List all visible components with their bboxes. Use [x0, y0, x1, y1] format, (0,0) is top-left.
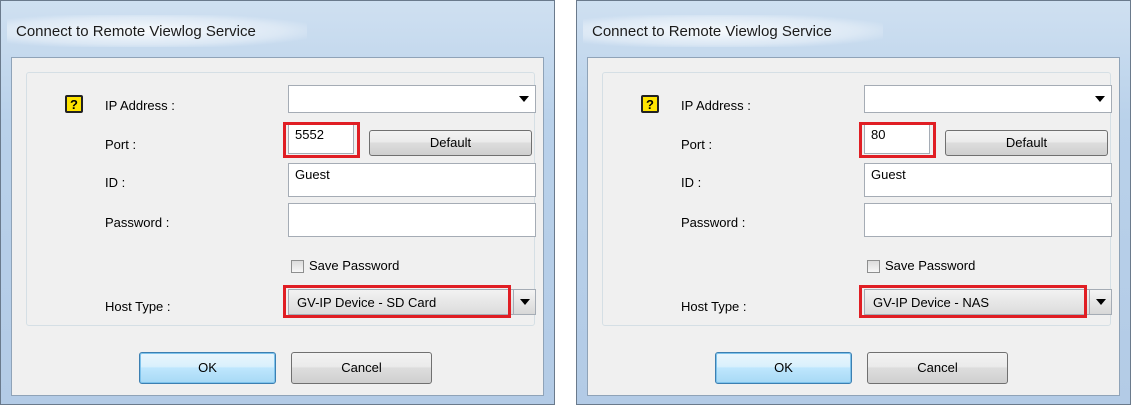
cancel-button[interactable]: Cancel	[291, 352, 432, 384]
host-type-highlight	[283, 285, 511, 318]
help-icon[interactable]: ?	[641, 95, 659, 113]
default-port-label: Default	[1005, 135, 1048, 150]
title-bar[interactable]: Connect to Remote Viewlog Service	[1, 1, 554, 57]
save-password-checkbox[interactable]	[291, 260, 304, 273]
host-type-label: Host Type :	[105, 299, 171, 314]
ok-label: OK	[774, 360, 793, 375]
port-label: Port :	[681, 137, 713, 152]
connect-dialog-nas: Connect to Remote Viewlog Service ? IP A…	[576, 0, 1131, 405]
host-type-dropdown-button[interactable]	[1089, 290, 1111, 314]
chevron-down-icon[interactable]	[1095, 96, 1105, 102]
save-password-checkbox[interactable]	[867, 260, 880, 273]
ip-address-combo[interactable]	[864, 85, 1112, 113]
default-port-button[interactable]: Default	[945, 130, 1108, 156]
id-input[interactable]: Guest	[864, 163, 1112, 197]
ok-label: OK	[198, 360, 217, 375]
dialog-title: Connect to Remote Viewlog Service	[16, 23, 256, 40]
connection-settings-group: ? IP Address : Port : 5552 Default ID : …	[26, 72, 536, 326]
id-label: ID :	[105, 175, 126, 190]
save-password-label[interactable]: Save Password	[885, 258, 975, 273]
cancel-label: Cancel	[917, 360, 958, 375]
ip-address-label: IP Address :	[681, 98, 751, 113]
ok-button[interactable]: OK	[139, 352, 276, 384]
title-bar[interactable]: Connect to Remote Viewlog Service	[577, 1, 1130, 57]
id-input[interactable]: Guest	[288, 163, 536, 197]
port-label: Port :	[105, 137, 137, 152]
chevron-down-icon	[520, 299, 530, 305]
id-label: ID :	[681, 175, 702, 190]
dialog-client-area: ? IP Address : Port : 80 Default ID : Gu…	[587, 57, 1120, 396]
connect-dialog-sd-card: Connect to Remote Viewlog Service ? IP A…	[0, 0, 555, 405]
id-value: Guest	[871, 167, 906, 182]
chevron-down-icon[interactable]	[519, 96, 529, 102]
dialog-client-area: ? IP Address : Port : 5552 Default ID : …	[11, 57, 544, 396]
save-password-label[interactable]: Save Password	[309, 258, 399, 273]
ok-button[interactable]: OK	[715, 352, 852, 384]
dialog-title: Connect to Remote Viewlog Service	[592, 23, 832, 40]
help-icon[interactable]: ?	[65, 95, 83, 113]
host-type-label: Host Type :	[681, 299, 747, 314]
chevron-down-icon	[1096, 299, 1106, 305]
ip-address-label: IP Address :	[105, 98, 175, 113]
port-highlight	[859, 122, 936, 158]
default-port-button[interactable]: Default	[369, 130, 532, 156]
id-value: Guest	[295, 167, 330, 182]
cancel-button[interactable]: Cancel	[867, 352, 1008, 384]
password-label: Password :	[105, 215, 170, 230]
cancel-label: Cancel	[341, 360, 382, 375]
default-port-label: Default	[429, 135, 472, 150]
password-input[interactable]	[864, 203, 1112, 237]
ip-address-combo[interactable]	[288, 85, 536, 113]
password-input[interactable]	[288, 203, 536, 237]
host-type-highlight	[859, 285, 1087, 318]
connection-settings-group: ? IP Address : Port : 80 Default ID : Gu…	[602, 72, 1112, 326]
host-type-dropdown-button[interactable]	[513, 290, 535, 314]
password-label: Password :	[681, 215, 746, 230]
port-highlight	[283, 122, 360, 158]
